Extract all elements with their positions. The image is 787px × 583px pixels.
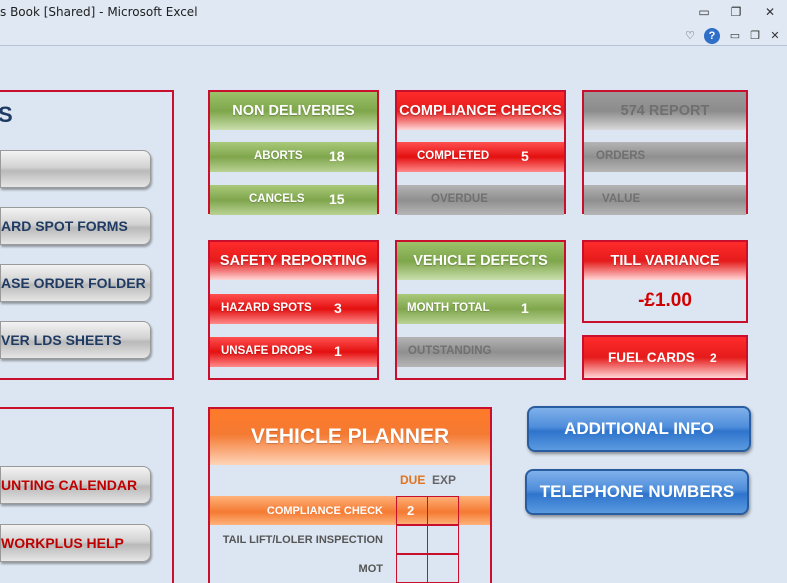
safety-reporting-tile: SAFETY REPORTING HAZARD SPOTS 3 UNSAFE D… [208, 240, 379, 380]
hazard-spots-value: 3 [334, 300, 342, 316]
mot-due-cell[interactable] [396, 554, 428, 583]
workbook-minimize-icon[interactable]: ▭ [726, 27, 744, 45]
vehicle-planner-panel: VEHICLE PLANNER DUE EXP COMPLIANCE CHECK… [208, 407, 492, 583]
workbook-close-icon[interactable]: ✕ [766, 27, 784, 45]
vehicle-planner-title: VEHICLE PLANNER [210, 409, 490, 465]
cancels-row[interactable]: CANCELS 15 [210, 185, 377, 215]
orders-row[interactable]: ORDERS [584, 142, 746, 172]
unsafe-drops-value: 1 [334, 343, 342, 359]
fuel-cards-tile[interactable]: FUEL CARDS 2 [582, 335, 748, 380]
hazard-spot-forms-button[interactable]: ARD SPOT FORMS [0, 207, 151, 245]
ribbon-collapse-icon[interactable]: ♡ [681, 27, 699, 45]
vehicle-defects-title: VEHICLE DEFECTS [397, 242, 564, 280]
non-deliveries-title: NON DELIVERIES [210, 92, 377, 130]
purchase-order-folder-button[interactable]: ASE ORDER FOLDER [0, 264, 151, 302]
fuel-cards-label: FUEL CARDS [608, 350, 695, 365]
tail-lift-exp-cell[interactable] [427, 525, 459, 554]
compliance-check-exp-cell[interactable] [427, 496, 459, 525]
completed-row[interactable]: COMPLETED 5 [397, 142, 564, 172]
fuel-cards-value: 2 [710, 351, 717, 365]
non-deliveries-tile: NON DELIVERIES ABORTS 18 CANCELS 15 [208, 90, 379, 215]
till-variance-tile: TILL VARIANCE -£1.00 [582, 240, 748, 323]
month-total-row[interactable]: MONTH TOTAL 1 [397, 294, 564, 324]
workbook-restore-icon[interactable]: ❐ [746, 27, 764, 45]
compliance-check-label: COMPLIANCE CHECK [266, 505, 383, 517]
till-variance-title: TILL VARIANCE [584, 242, 746, 280]
safety-reporting-title: SAFETY REPORTING [210, 242, 377, 280]
exp-column-header: EXP [432, 473, 457, 487]
month-total-value: 1 [521, 300, 529, 316]
telephone-numbers-button[interactable]: TELEPHONE NUMBERS [525, 469, 749, 515]
completed-value: 5 [521, 148, 529, 164]
left-panel-title: S [0, 102, 13, 127]
mot-exp-cell[interactable] [427, 554, 459, 583]
restore-icon[interactable]: ❐ [725, 3, 747, 21]
hazard-spots-row[interactable]: HAZARD SPOTS 3 [210, 294, 377, 324]
compliance-checks-tile: COMPLIANCE CHECKS COMPLETED 5 OVERDUE [395, 90, 566, 215]
unsafe-drops-row[interactable]: UNSAFE DROPS 1 [210, 337, 377, 367]
close-icon[interactable]: ✕ [759, 3, 781, 21]
vehicle-defects-tile: VEHICLE DEFECTS MONTH TOTAL 1 OUTSTANDIN… [395, 240, 566, 380]
additional-info-button[interactable]: ADDITIONAL INFO [527, 406, 751, 452]
workplus-help-button[interactable]: WORKPLUS HELP [0, 524, 151, 562]
till-variance-value: -£1.00 [638, 290, 692, 311]
report-574-title: 574 REPORT [584, 92, 746, 130]
accounting-calendar-button[interactable]: UNTING CALENDAR [0, 466, 151, 504]
aborts-row[interactable]: ABORTS 18 [210, 142, 377, 172]
minimize-icon[interactable]: ▭ [693, 3, 715, 21]
window-title: s Book [Shared] - Microsoft Excel [0, 5, 198, 19]
report-574-tile: 574 REPORT ORDERS VALUE [582, 90, 748, 215]
cancels-value: 15 [329, 191, 345, 207]
value-row[interactable]: VALUE [584, 185, 746, 215]
tail-lift-due-cell[interactable] [396, 525, 428, 554]
mot-label: MOT [358, 563, 383, 575]
due-column-header: DUE [400, 473, 426, 487]
overdue-row[interactable]: OVERDUE [397, 185, 564, 215]
driver-lds-sheets-button[interactable]: VER LDS SHEETS [0, 321, 151, 359]
tail-lift-label: TAIL LIFT/LOLER INSPECTION [222, 534, 383, 546]
window-title-bar: s Book [Shared] - Microsoft Excel ▭ ❐ ✕ [0, 0, 787, 26]
compliance-checks-title: COMPLIANCE CHECKS [397, 92, 564, 130]
left-button-1[interactable] [0, 150, 151, 188]
outstanding-row[interactable]: OUTSTANDING [397, 337, 564, 367]
help-icon[interactable]: ? [704, 28, 720, 44]
ribbon-controls-bar: ♡ ? ▭ ❐ ✕ [0, 26, 787, 46]
compliance-check-due-cell[interactable]: 2 [396, 496, 428, 525]
aborts-value: 18 [329, 148, 345, 164]
